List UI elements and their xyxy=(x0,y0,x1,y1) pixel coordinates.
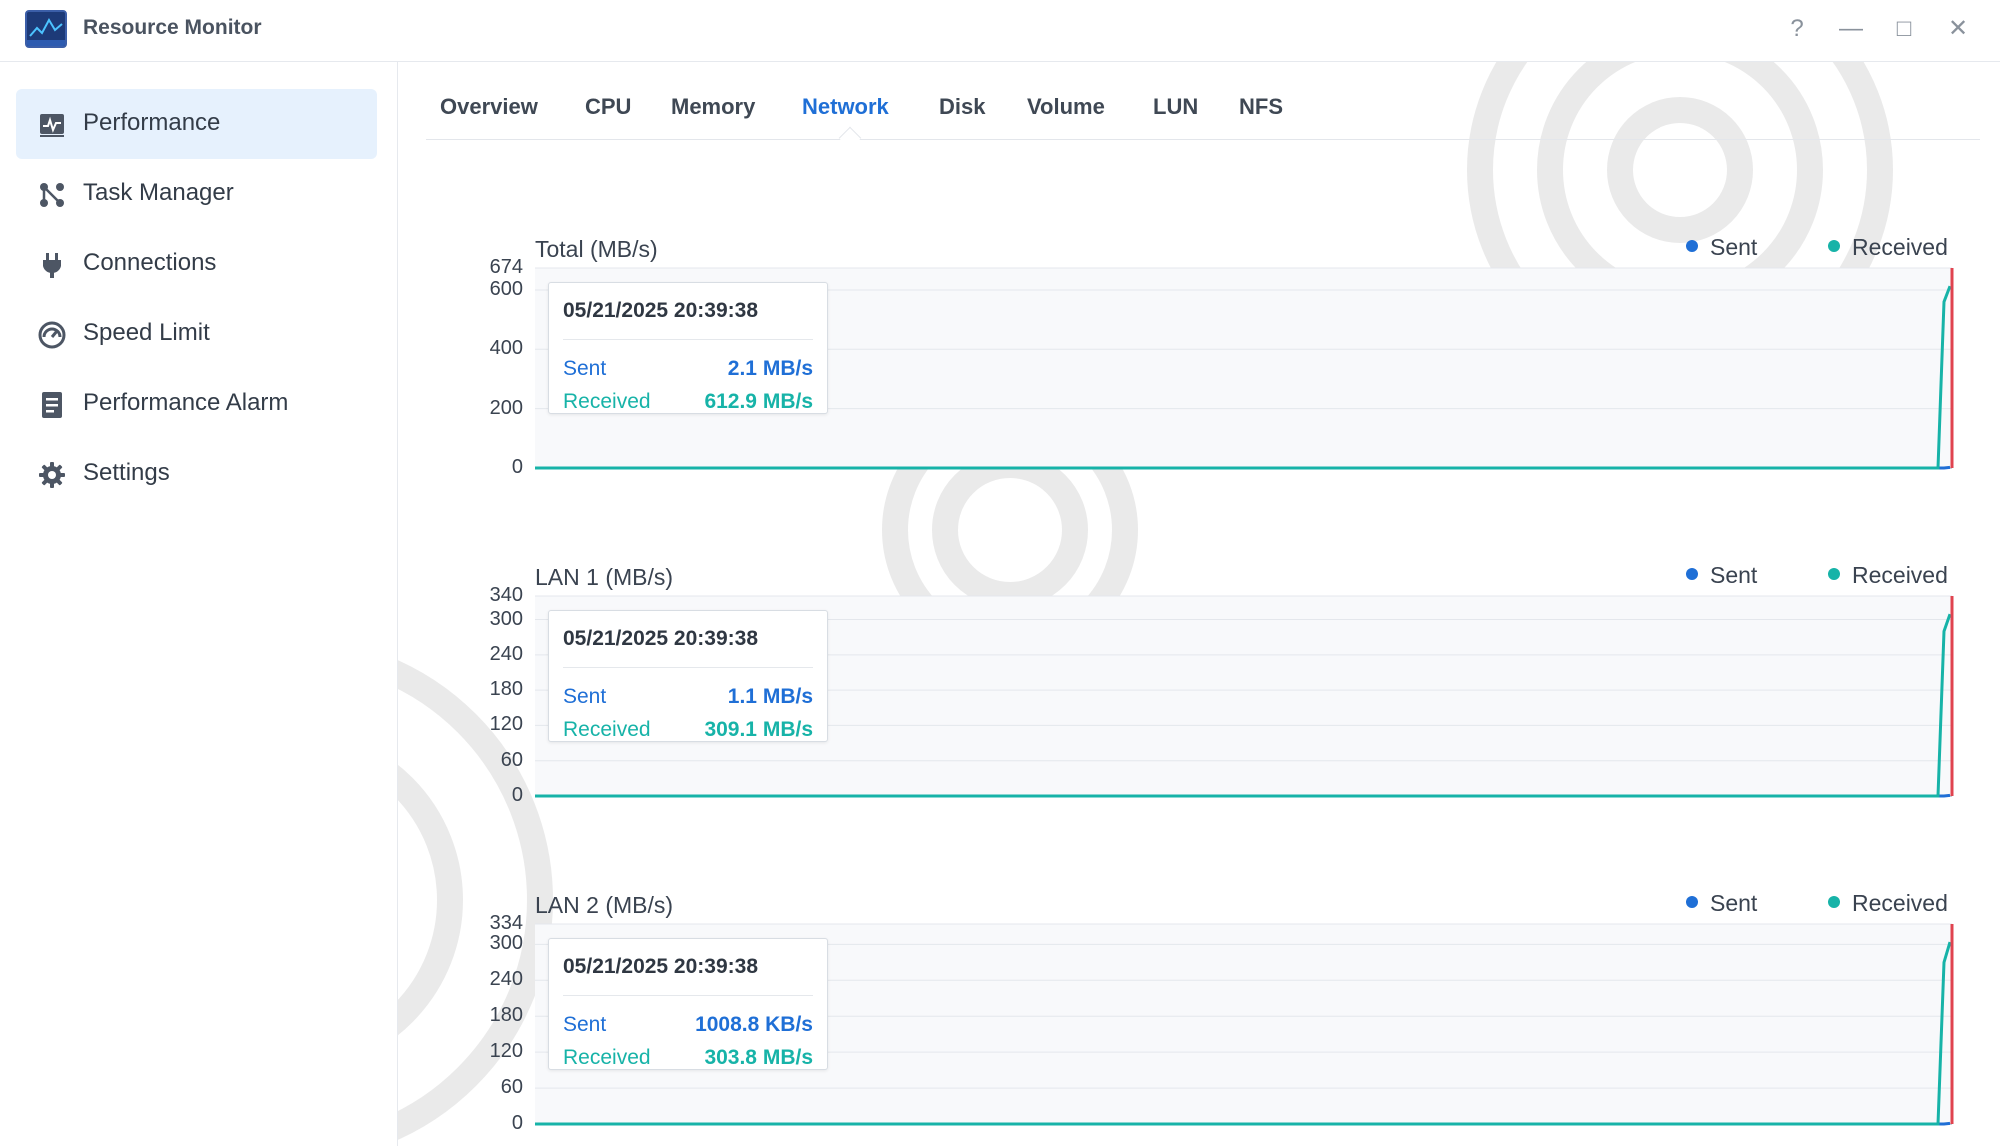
tooltip-time: 05/21/2025 20:39:38 xyxy=(563,299,758,322)
sidebar-item-connections[interactable]: Connections xyxy=(16,229,377,299)
tooltip-received-value: 612.9 MB/s xyxy=(704,390,813,413)
sidebar-item-speed-limit[interactable]: Speed Limit xyxy=(16,299,377,369)
data-tooltip: 05/21/2025 20:39:38 Sent 2.1 MB/s Receiv… xyxy=(548,282,828,414)
chart-total: Total (MB/s) Sent Received 674 600 400 200 0… xyxy=(426,232,2000,532)
tooltip-sent-value: 2.1 MB/s xyxy=(727,357,813,380)
chart-lan1: LAN 1 (MB/s) Sent Received 340 300 240 180 1… xyxy=(426,560,2000,860)
tooltip-divider xyxy=(563,995,813,996)
data-tooltip: 05/21/2025 20:39:38 Sent 1008.8 KB/s Rec… xyxy=(548,938,828,1070)
minimize-button[interactable]: — xyxy=(1834,12,1868,46)
tab-cpu[interactable]: CPU xyxy=(585,94,631,120)
tab-overview[interactable]: Overview xyxy=(440,94,538,120)
tooltip-received-label: Received xyxy=(563,1046,651,1069)
alarm-list-icon xyxy=(42,392,62,418)
sidebar-item-performance[interactable]: Performance xyxy=(16,89,377,159)
sidebar: Performance Task Manager Connections Spe… xyxy=(0,62,398,1146)
close-button[interactable]: ✕ xyxy=(1941,12,1975,46)
tooltip-sent-label: Sent xyxy=(563,357,607,380)
performance-icon xyxy=(40,114,64,137)
tab-network[interactable]: Network xyxy=(802,94,889,120)
active-tab-indicator xyxy=(838,126,862,150)
sidebar-item-label: Performance xyxy=(83,109,221,136)
tooltip-divider xyxy=(563,339,813,340)
tooltip-received-value: 309.1 MB/s xyxy=(704,718,813,741)
tooltip-time: 05/21/2025 20:39:38 xyxy=(563,955,758,978)
sidebar-item-label: Speed Limit xyxy=(83,319,210,346)
sidebar-item-settings[interactable]: Settings xyxy=(16,439,377,509)
title-bar: Resource Monitor ? — □ ✕ xyxy=(0,0,2000,62)
data-tooltip: 05/21/2025 20:39:38 Sent 1.1 MB/s Receiv… xyxy=(548,610,828,742)
tooltip-sent-value: 1.1 MB/s xyxy=(727,685,813,708)
plug-icon xyxy=(43,253,61,278)
task-manager-icon xyxy=(40,183,64,207)
chart-lan2: LAN 2 (MB/s) Sent Received 334 300 240 180 1… xyxy=(426,888,2000,1146)
tooltip-time: 05/21/2025 20:39:38 xyxy=(563,627,758,650)
sidebar-item-label: Task Manager xyxy=(83,179,234,206)
tooltip-divider xyxy=(563,667,813,668)
tab-bar: Overview CPU Memory Network Disk Volume … xyxy=(426,62,1980,150)
tooltip-sent-value: 1008.8 KB/s xyxy=(695,1013,813,1036)
tooltip-sent-label: Sent xyxy=(563,685,607,708)
tooltip-received-label: Received xyxy=(563,718,651,741)
maximize-button[interactable]: □ xyxy=(1887,12,1921,46)
tab-lun[interactable]: LUN xyxy=(1153,94,1198,120)
app-title: Resource Monitor xyxy=(83,16,262,39)
sidebar-item-label: Performance Alarm xyxy=(83,389,289,416)
sidebar-item-label: Settings xyxy=(83,459,170,486)
tab-disk[interactable]: Disk xyxy=(939,94,985,120)
tooltip-received-label: Received xyxy=(563,390,651,413)
tab-memory[interactable]: Memory xyxy=(671,94,755,120)
gear-icon xyxy=(39,462,65,488)
tab-nfs[interactable]: NFS xyxy=(1239,94,1283,120)
sidebar-item-task-manager[interactable]: Task Manager xyxy=(16,159,377,229)
resource-monitor-app-icon xyxy=(25,10,67,48)
tab-volume[interactable]: Volume xyxy=(1027,94,1105,120)
tooltip-sent-label: Sent xyxy=(563,1013,607,1036)
sidebar-item-performance-alarm[interactable]: Performance Alarm xyxy=(16,369,377,439)
tooltip-received-value: 303.8 MB/s xyxy=(704,1046,813,1069)
help-button[interactable]: ? xyxy=(1780,12,1814,46)
speedometer-icon xyxy=(38,321,66,349)
sidebar-item-label: Connections xyxy=(83,249,217,276)
